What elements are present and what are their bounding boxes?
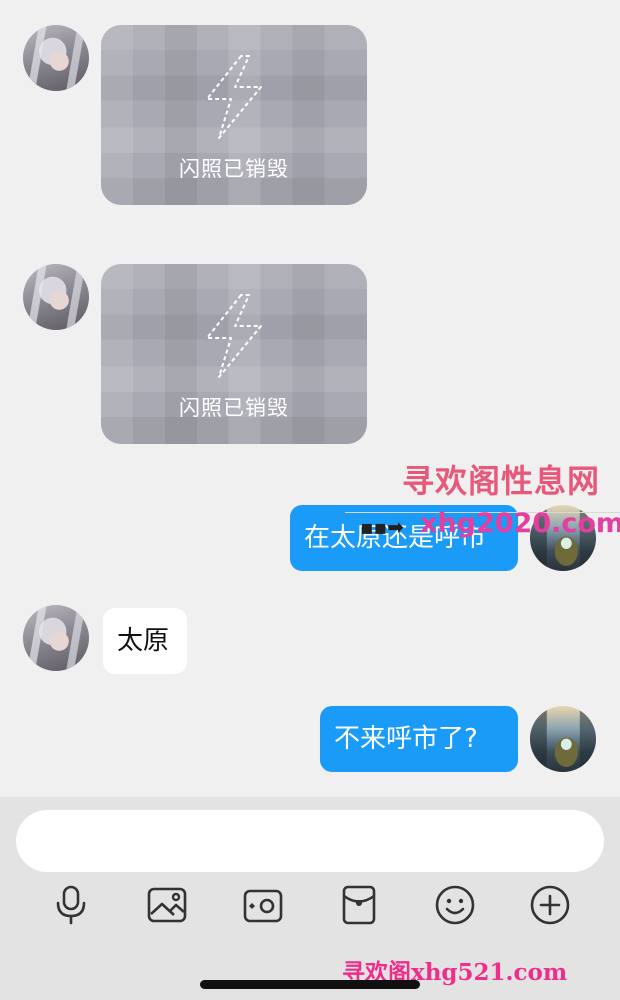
contact-avatar[interactable] (23, 605, 89, 671)
image-icon[interactable] (145, 883, 189, 927)
chat-area: 闪照已销毁 闪照已销毁 在太原还是呼市 寻欢阁性息网 ▪▪➡ xhg2020.c… (0, 0, 620, 797)
watermark-title: 寻欢阁性息网 (402, 462, 601, 500)
plus-icon[interactable] (528, 883, 572, 927)
contact-avatar[interactable] (23, 25, 89, 91)
received-message-bubble[interactable]: 太原 (103, 608, 187, 674)
message-text: 不来呼市了? (334, 724, 478, 754)
watermark-url: xhg2020.com (420, 508, 620, 539)
microphone-icon[interactable] (49, 883, 93, 927)
camera-icon[interactable] (241, 883, 285, 927)
input-bar: 寻欢阁xhg521.com (0, 797, 620, 1000)
lightning-icon (206, 294, 262, 378)
my-avatar[interactable] (530, 706, 596, 772)
message-input[interactable] (16, 810, 604, 872)
watermark-arrow-icon: ▪▪➡ (360, 515, 404, 539)
red-packet-icon[interactable] (337, 883, 381, 927)
flash-destroyed-label: 闪照已销毁 (179, 157, 289, 181)
flash-destroyed-label: 闪照已销毁 (179, 396, 289, 420)
contact-avatar[interactable] (23, 264, 89, 330)
message-text: 太原 (117, 626, 170, 656)
flash-photo-message[interactable]: 闪照已销毁 (101, 264, 367, 444)
flash-photo-message[interactable]: 闪照已销毁 (101, 25, 367, 205)
emoji-icon[interactable] (433, 883, 477, 927)
home-indicator[interactable] (200, 980, 420, 989)
lightning-icon (206, 55, 262, 139)
sent-message-bubble[interactable]: 不来呼市了? (320, 706, 518, 772)
